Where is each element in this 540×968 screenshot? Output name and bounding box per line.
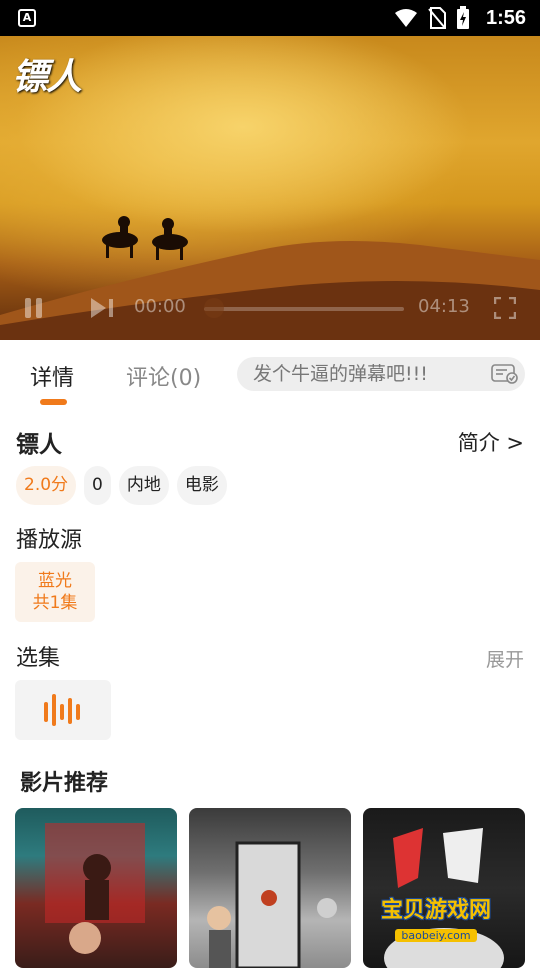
watermark-text: 宝贝游戏网 bbox=[380, 898, 491, 923]
playing-equalizer-icon bbox=[44, 694, 80, 726]
player-controls: 00:00 04:13 bbox=[0, 292, 540, 322]
recommend-heading: 影片推荐 bbox=[20, 771, 109, 796]
danmu-input[interactable] bbox=[253, 357, 473, 391]
expand-button[interactable]: 展开 bbox=[486, 645, 524, 672]
tab-detail[interactable]: 详情 bbox=[30, 360, 74, 392]
wifi-icon bbox=[394, 9, 417, 27]
progress-knob[interactable] bbox=[204, 298, 224, 318]
poster-image bbox=[384, 828, 504, 968]
no-sim-icon bbox=[428, 7, 446, 29]
current-time: 00:00 bbox=[134, 296, 186, 317]
tab-bar: 详情 评论(0) bbox=[0, 340, 540, 410]
episodes-heading: 选集 bbox=[16, 646, 61, 671]
recommend-poster[interactable] bbox=[363, 808, 525, 968]
intro-link[interactable]: 简介 > bbox=[458, 427, 524, 457]
app-notification-icon: A bbox=[18, 9, 36, 27]
duration: 04:13 bbox=[418, 296, 470, 317]
type-badge: 电影 bbox=[176, 466, 227, 505]
count-badge: 0 bbox=[84, 466, 111, 505]
rating-badge: 2.0分 bbox=[16, 466, 77, 505]
poster-image bbox=[45, 823, 145, 954]
source-episode-count: 共1集 bbox=[32, 593, 78, 613]
progress-track[interactable] bbox=[204, 307, 404, 311]
movie-title-row: 镖人 简介 > bbox=[0, 425, 540, 459]
episode-playing-item[interactable] bbox=[15, 680, 111, 740]
danmu-box[interactable] bbox=[237, 357, 525, 391]
video-player[interactable]: 镖人 00:00 04:13 bbox=[0, 36, 540, 340]
next-episode-icon[interactable] bbox=[88, 296, 116, 320]
region-badge: 内地 bbox=[118, 466, 169, 505]
recommend-poster[interactable] bbox=[15, 808, 177, 968]
status-bar: A 1:56 bbox=[0, 0, 540, 36]
source-name: 蓝光 bbox=[38, 571, 72, 591]
movie-tags: 2.0分 0 内地 电影 bbox=[16, 466, 227, 505]
active-tab-indicator bbox=[40, 399, 67, 405]
fullscreen-icon[interactable] bbox=[494, 297, 516, 319]
battery-charging-icon bbox=[456, 6, 469, 29]
pause-icon[interactable] bbox=[22, 296, 46, 320]
clock: 1:56 bbox=[485, 6, 526, 29]
source-heading: 播放源 bbox=[16, 528, 83, 553]
movie-title: 镖人 bbox=[16, 432, 62, 458]
watermark-url: baobeiy.com bbox=[395, 929, 477, 942]
poster-image bbox=[207, 841, 337, 968]
danmu-settings-icon[interactable] bbox=[491, 363, 519, 385]
tab-comment[interactable]: 评论(0) bbox=[126, 360, 201, 392]
site-watermark: 宝贝游戏网 baobeiy.com bbox=[364, 892, 508, 943]
source-option-bluray[interactable]: 蓝光 共1集 bbox=[15, 562, 95, 622]
movie-logo: 镖人 bbox=[12, 56, 82, 98]
recommend-poster[interactable] bbox=[189, 808, 351, 968]
